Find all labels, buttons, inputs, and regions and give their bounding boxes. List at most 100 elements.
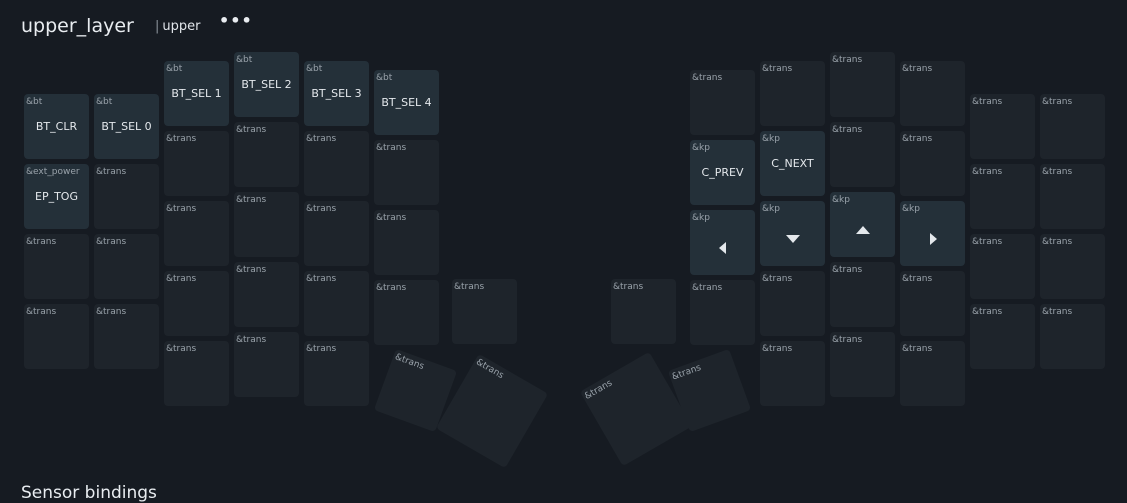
- key[interactable]: &trans: [374, 280, 439, 345]
- key[interactable]: &kp: [760, 201, 825, 266]
- key[interactable]: &trans: [1040, 304, 1105, 369]
- key-param: C_PREV: [701, 166, 744, 179]
- key-behavior: &trans: [96, 307, 127, 317]
- key-behavior: &trans: [306, 274, 337, 284]
- key-behavior: &trans: [972, 97, 1003, 107]
- key[interactable]: &trans: [1040, 94, 1105, 159]
- key[interactable]: &kp: [690, 210, 755, 275]
- key-behavior: &kp: [762, 134, 780, 144]
- key-behavior: &trans: [1042, 97, 1073, 107]
- key[interactable]: &trans: [970, 164, 1035, 229]
- key[interactable]: &trans: [830, 262, 895, 327]
- key[interactable]: &trans: [304, 201, 369, 266]
- key[interactable]: &trans: [374, 140, 439, 205]
- key[interactable]: &trans: [452, 279, 517, 344]
- key-behavior: &kp: [902, 204, 920, 214]
- key[interactable]: &trans: [1040, 234, 1105, 299]
- key[interactable]: &kp C_PREV: [690, 140, 755, 205]
- key[interactable]: &trans: [900, 341, 965, 406]
- key-behavior: &trans: [1042, 167, 1073, 177]
- key-behavior: &trans: [613, 282, 644, 292]
- key[interactable]: &trans: [234, 122, 299, 187]
- key[interactable]: &trans: [830, 52, 895, 117]
- key[interactable]: &ext_power EP_TOG: [24, 164, 89, 229]
- key-param: EP_TOG: [35, 190, 78, 203]
- key[interactable]: &trans: [900, 61, 965, 126]
- key-behavior: &trans: [26, 237, 57, 247]
- key[interactable]: &bt BT_SEL 1: [164, 61, 229, 126]
- key[interactable]: &trans: [164, 271, 229, 336]
- key-param: BT_SEL 4: [381, 96, 432, 109]
- key[interactable]: &bt BT_SEL 4: [374, 70, 439, 135]
- key[interactable]: &trans: [760, 61, 825, 126]
- key[interactable]: &trans: [900, 271, 965, 336]
- key[interactable]: &trans: [830, 122, 895, 187]
- key[interactable]: &trans: [611, 279, 676, 344]
- key[interactable]: &trans: [234, 192, 299, 257]
- key[interactable]: &trans: [760, 271, 825, 336]
- key-behavior: &bt: [236, 55, 253, 65]
- down-arrow-icon: [785, 231, 801, 247]
- key-param: BT_SEL 1: [171, 87, 222, 100]
- key[interactable]: &trans: [234, 262, 299, 327]
- key[interactable]: &bt BT_CLR: [24, 94, 89, 159]
- key[interactable]: &bt BT_SEL 3: [304, 61, 369, 126]
- key[interactable]: &trans: [164, 201, 229, 266]
- key[interactable]: &trans: [970, 94, 1035, 159]
- key-param: BT_SEL 2: [241, 78, 292, 91]
- key[interactable]: &trans: [234, 332, 299, 397]
- key[interactable]: &trans: [830, 332, 895, 397]
- key-behavior: &trans: [583, 378, 615, 403]
- key-behavior: &bt: [376, 73, 393, 83]
- key-behavior: &trans: [902, 64, 933, 74]
- key-behavior: &bt: [306, 64, 323, 74]
- key-behavior: &trans: [1042, 307, 1073, 317]
- key-behavior: &trans: [96, 167, 127, 177]
- key-behavior: &trans: [166, 344, 197, 354]
- key-behavior: &trans: [692, 73, 723, 83]
- key[interactable]: &kp: [900, 201, 965, 266]
- key[interactable]: &trans: [94, 234, 159, 299]
- key[interactable]: &trans: [24, 234, 89, 299]
- key[interactable]: &trans: [374, 210, 439, 275]
- key[interactable]: &trans: [94, 164, 159, 229]
- key-behavior: &trans: [236, 335, 267, 345]
- key[interactable]: &trans: [304, 131, 369, 196]
- key-behavior: &trans: [306, 134, 337, 144]
- key[interactable]: &trans: [690, 280, 755, 345]
- key[interactable]: &trans: [970, 304, 1035, 369]
- key-behavior: &trans: [972, 167, 1003, 177]
- key[interactable]: &trans: [760, 341, 825, 406]
- key[interactable]: &trans: [690, 70, 755, 135]
- sensor-bindings-heading: Sensor bindings: [21, 483, 157, 503]
- key[interactable]: &kp C_NEXT: [760, 131, 825, 196]
- key[interactable]: &bt BT_SEL 0: [94, 94, 159, 159]
- key-behavior: &trans: [670, 362, 703, 383]
- key-behavior: &trans: [902, 134, 933, 144]
- key-behavior: &trans: [972, 307, 1003, 317]
- key[interactable]: &trans: [304, 341, 369, 406]
- key[interactable]: &trans: [1040, 164, 1105, 229]
- key-param: BT_SEL 3: [311, 87, 362, 100]
- key[interactable]: &trans: [164, 341, 229, 406]
- key-behavior: &trans: [236, 265, 267, 275]
- key[interactable]: &trans: [304, 271, 369, 336]
- key[interactable]: &kp: [830, 192, 895, 257]
- key-behavior: &trans: [236, 195, 267, 205]
- key-behavior: &kp: [692, 213, 710, 223]
- key[interactable]: &trans: [164, 131, 229, 196]
- key-behavior: &trans: [972, 237, 1003, 247]
- key-behavior: &trans: [762, 64, 793, 74]
- key-behavior: &trans: [832, 335, 863, 345]
- key[interactable]: &trans: [94, 304, 159, 369]
- left-arrow-icon: [715, 240, 731, 256]
- key[interactable]: &bt BT_SEL 2: [234, 52, 299, 117]
- key-param: BT_SEL 0: [101, 120, 152, 133]
- key[interactable]: &trans: [24, 304, 89, 369]
- key-behavior: &trans: [832, 265, 863, 275]
- key-behavior: &trans: [376, 283, 407, 293]
- key[interactable]: &trans: [900, 131, 965, 196]
- up-arrow-icon: [855, 222, 871, 238]
- key[interactable]: &trans: [970, 234, 1035, 299]
- key-behavior: &kp: [832, 195, 850, 205]
